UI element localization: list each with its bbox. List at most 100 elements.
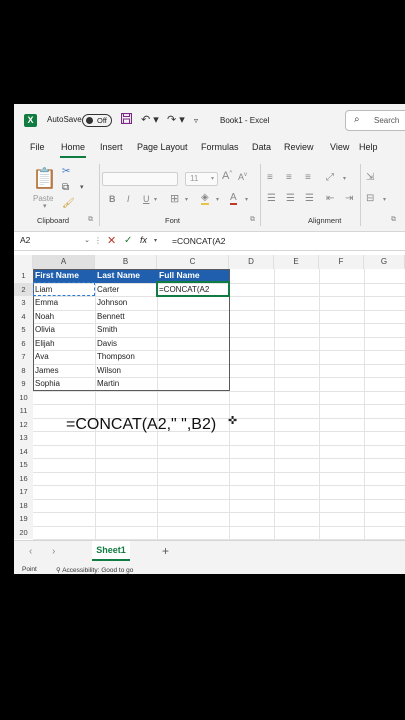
font-color-dropdown-icon[interactable]: ▾	[245, 196, 248, 203]
autosave-toggle[interactable]: Off	[82, 114, 112, 127]
merge-center-icon[interactable]: ⊟	[366, 193, 374, 204]
add-sheet-icon[interactable]: +	[162, 544, 169, 558]
align-right-icon[interactable]: ☰	[305, 193, 314, 204]
row-header-3[interactable]: 3	[14, 296, 33, 310]
sheet-tab-bar: ‹ › Sheet1 +	[14, 540, 405, 562]
row-header-4[interactable]: 4	[14, 309, 33, 323]
sheet-tab-sheet1[interactable]: Sheet1	[92, 541, 130, 561]
select-all-corner[interactable]	[14, 255, 33, 269]
save-icon[interactable]	[120, 112, 133, 127]
bold-icon[interactable]: B	[109, 194, 116, 204]
increase-font-icon[interactable]: A^	[222, 170, 232, 182]
fill-color-icon[interactable]: ◈	[201, 192, 209, 205]
search-box[interactable]: ⌕ Search	[345, 110, 405, 131]
row-header-11[interactable]: 11	[14, 404, 33, 418]
align-center-icon[interactable]: ☰	[286, 193, 295, 204]
row-header-18[interactable]: 18	[14, 498, 33, 512]
row-header-9[interactable]: 9	[14, 377, 33, 391]
tab-home[interactable]: Home	[61, 142, 85, 152]
borders-icon[interactable]: ⊞	[170, 192, 179, 205]
font-name-select[interactable]	[102, 172, 178, 186]
row-header-7[interactable]: 7	[14, 350, 33, 364]
tab-file[interactable]: File	[30, 142, 45, 152]
formula-bar: A2 ⌄ ⋮ ✕ ✓ fx ▾ =CONCAT(A2	[14, 233, 405, 251]
paste-dropdown-icon[interactable]: ▾	[43, 202, 47, 210]
document-title: Book1 - Excel	[220, 116, 270, 125]
customize-toolbar-icon[interactable]: ▿	[194, 116, 198, 125]
tab-formulas[interactable]: Formulas	[201, 142, 239, 152]
font-size-select[interactable]: 11 ▾	[185, 172, 218, 186]
column-header-e[interactable]: E	[274, 255, 319, 269]
italic-icon[interactable]: I	[127, 194, 130, 204]
decrease-indent-icon[interactable]: ⇤	[326, 193, 334, 204]
name-box[interactable]: A2 ⌄	[20, 235, 90, 249]
column-header-d[interactable]: D	[229, 255, 274, 269]
name-box-dropdown-icon[interactable]: ⌄	[84, 236, 90, 244]
underline-dropdown-icon[interactable]: ▾	[154, 196, 157, 203]
fill-color-dropdown-icon[interactable]: ▾	[216, 196, 219, 203]
search-icon: ⌕	[354, 114, 360, 125]
row-header-1[interactable]: 1	[14, 269, 33, 283]
undo-icon[interactable]: ↶ ▾	[141, 113, 159, 126]
tab-help[interactable]: Help	[359, 142, 378, 152]
column-header-b[interactable]: B	[95, 255, 157, 269]
row-header-19[interactable]: 19	[14, 512, 33, 526]
cut-icon[interactable]: ✂	[62, 166, 70, 177]
enter-icon[interactable]: ✓	[124, 235, 132, 246]
paste-icon[interactable]: 📋	[32, 166, 57, 191]
tab-data[interactable]: Data	[252, 142, 271, 152]
insert-function-icon[interactable]: fx	[140, 235, 147, 245]
status-bar: Point ⚲ Accessibility: Good to go	[14, 562, 405, 574]
row-header-2[interactable]: 2	[14, 282, 33, 296]
wrap-text-icon[interactable]: ⇲	[366, 172, 374, 183]
tab-page-layout[interactable]: Page Layout	[137, 142, 188, 152]
font-launcher-icon[interactable]: ⧉	[250, 216, 255, 224]
align-bottom-icon[interactable]: ≡	[305, 172, 311, 183]
row-header-5[interactable]: 5	[14, 323, 33, 337]
underline-icon[interactable]: U	[143, 194, 150, 204]
search-placeholder: Search	[374, 116, 400, 125]
prev-sheet-icon[interactable]: ‹	[29, 546, 32, 557]
column-header-g[interactable]: G	[364, 255, 405, 269]
decrease-font-icon[interactable]: Av	[238, 172, 247, 182]
row-header-20[interactable]: 20	[14, 525, 33, 539]
clipboard-launcher-icon[interactable]: ⧉	[88, 216, 93, 224]
borders-dropdown-icon[interactable]: ▾	[185, 196, 188, 203]
row-header-8[interactable]: 8	[14, 363, 33, 377]
column-header-c[interactable]: C	[157, 255, 229, 269]
tab-review[interactable]: Review	[284, 142, 314, 152]
grid-line	[33, 525, 405, 527]
cancel-icon[interactable]: ✕	[107, 234, 116, 247]
font-color-icon[interactable]: A	[230, 192, 237, 205]
format-painter-icon[interactable]: 🖌	[62, 198, 75, 209]
active-cell-c2[interactable]	[156, 281, 230, 297]
row-header-16[interactable]: 16	[14, 471, 33, 485]
row-header-10[interactable]: 10	[14, 390, 33, 404]
column-header-a[interactable]: A	[33, 255, 95, 269]
orientation-icon[interactable]: ⤢	[326, 172, 334, 183]
align-middle-icon[interactable]: ≡	[286, 172, 292, 183]
increase-indent-icon[interactable]: ⇥	[345, 193, 353, 204]
grid-line	[319, 269, 320, 539]
redo-icon[interactable]: ↷ ▾	[167, 113, 185, 126]
alignment-launcher-icon[interactable]: ⧉	[391, 216, 396, 224]
function-dropdown-icon[interactable]: ▾	[154, 237, 157, 244]
row-header-12[interactable]: 12	[14, 417, 33, 431]
align-top-icon[interactable]: ≡	[267, 172, 273, 183]
tab-view[interactable]: View	[330, 142, 349, 152]
copy-dropdown-icon[interactable]: ▾	[80, 183, 84, 191]
row-header-15[interactable]: 15	[14, 458, 33, 472]
accessibility-status[interactable]: ⚲ Accessibility: Good to go	[56, 566, 133, 574]
merge-dropdown-icon[interactable]: ▾	[383, 196, 386, 203]
row-header-14[interactable]: 14	[14, 444, 33, 458]
column-header-f[interactable]: F	[319, 255, 364, 269]
copy-icon[interactable]: ⧉	[62, 182, 69, 193]
row-header-13[interactable]: 13	[14, 431, 33, 445]
row-header-6[interactable]: 6	[14, 336, 33, 350]
next-sheet-icon[interactable]: ›	[52, 546, 55, 557]
row-header-17[interactable]: 17	[14, 485, 33, 499]
align-left-icon[interactable]: ☰	[267, 193, 276, 204]
tab-insert[interactable]: Insert	[100, 142, 123, 152]
orientation-dropdown-icon[interactable]: ▾	[343, 175, 346, 182]
formula-input[interactable]: =CONCAT(A2	[172, 236, 225, 246]
